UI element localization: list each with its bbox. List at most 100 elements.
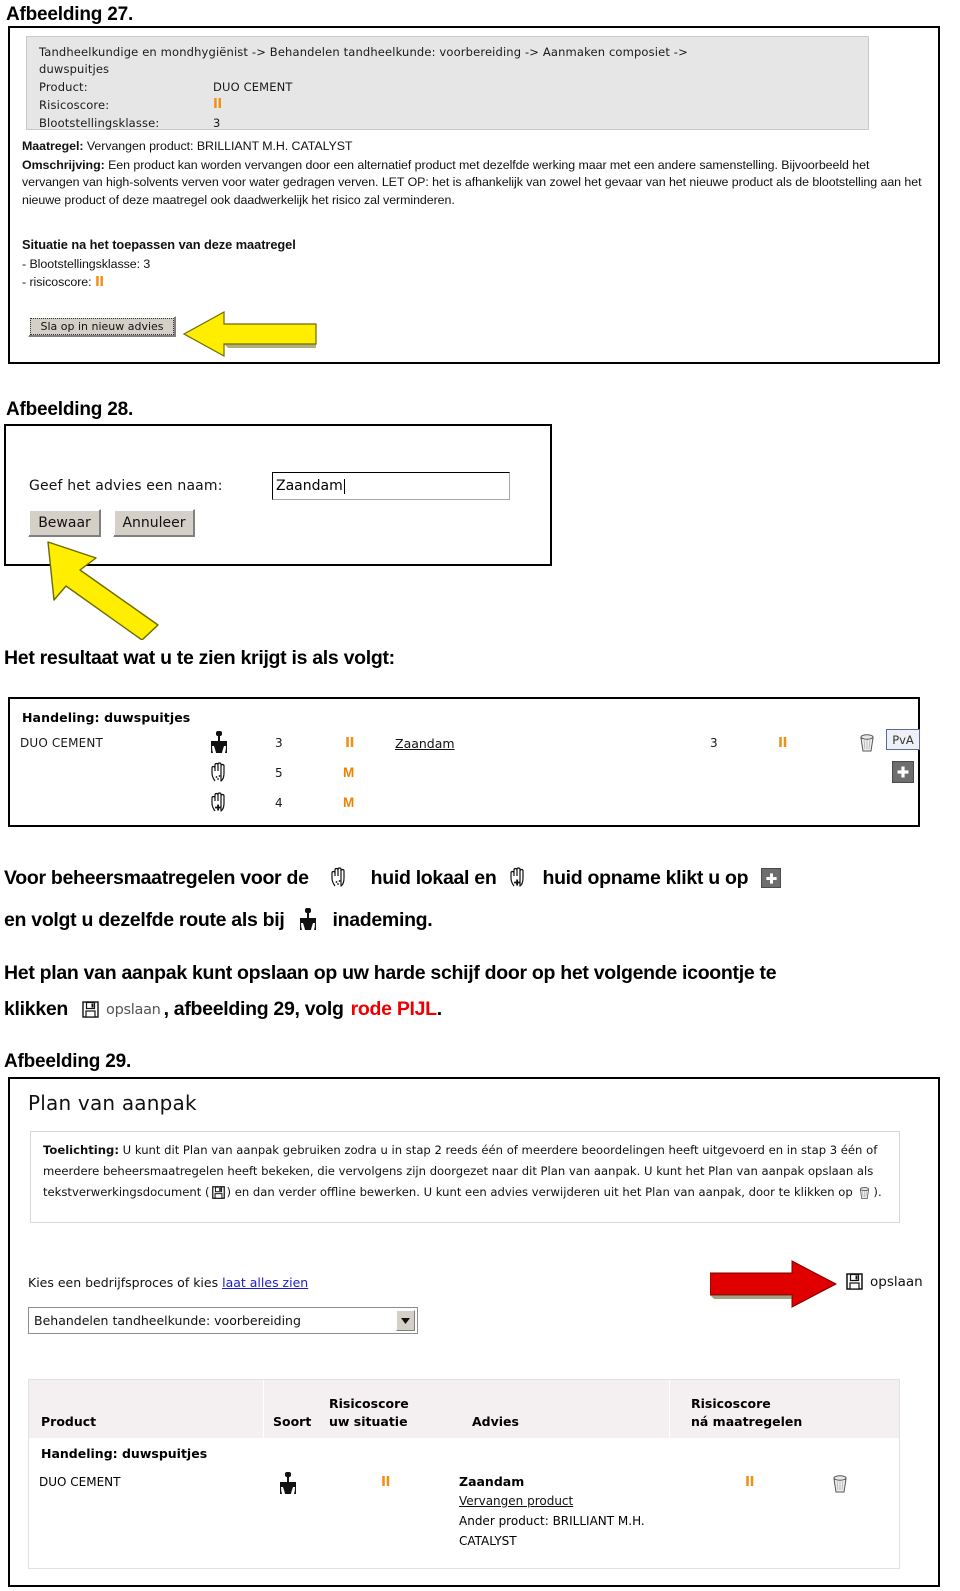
maatregel-label: Maatregel: bbox=[22, 139, 84, 153]
row-advies-line2: Ander product: BRILLIANT M.H. bbox=[459, 1514, 645, 1528]
yellow-arrow-left bbox=[182, 310, 317, 358]
col-header-soort: Soort bbox=[273, 1414, 312, 1429]
result-screenshot: Handeling: duwspuitjes DUO CEMENT 3 II Z… bbox=[8, 697, 920, 827]
p1-part2: huid lokaal en bbox=[370, 866, 497, 889]
maatregel-paragraph: Maatregel: Vervangen product: BRILLIANT … bbox=[22, 138, 928, 209]
pva-table-wrapper: Product Soort Risicoscore uw situatie Ad… bbox=[28, 1379, 900, 1569]
paragraph-2-line-1: Het plan van aanpak kunt opslaan op uw h… bbox=[4, 962, 777, 985]
row-advies-link[interactable]: Vervangen product bbox=[459, 1494, 573, 1508]
bedrijfsproces-dropdown-value: Behandelen tandheelkunde: voorbereiding bbox=[34, 1313, 301, 1328]
col-header-risico-uw-line2: uw situatie bbox=[329, 1414, 408, 1429]
p2-red-text: rode PIJL bbox=[350, 998, 437, 1020]
breadcrumb-line-2: duwspuitjes bbox=[39, 62, 110, 76]
pva-button[interactable]: PvA bbox=[886, 729, 920, 750]
p2-part4: . bbox=[436, 998, 442, 1020]
plus-glyph bbox=[897, 766, 909, 778]
result-score-2: M bbox=[343, 765, 355, 780]
chevron-down-icon[interactable] bbox=[396, 1310, 415, 1331]
blootstellingsklasse-value: 3 bbox=[213, 116, 221, 130]
plus-icon[interactable] bbox=[761, 868, 782, 888]
trash-icon bbox=[860, 1187, 870, 1200]
header-divider-1 bbox=[263, 1380, 264, 1438]
floppy-save-icon[interactable] bbox=[846, 1273, 863, 1290]
sla-op-in-nieuw-advies-button[interactable]: Sla op in nieuw advies bbox=[28, 316, 176, 337]
result-product: DUO CEMENT bbox=[20, 736, 103, 750]
choose-label: Kies een bedrijfsproces of kies bbox=[28, 1275, 219, 1290]
omschrijving-value: Een product kan worden vervangen door ee… bbox=[22, 157, 922, 207]
result-exposure-1: 3 bbox=[275, 736, 283, 750]
result-score-3: M bbox=[343, 795, 355, 810]
p1-part5: inademing. bbox=[332, 908, 433, 931]
col-header-risico-uw-line1: Risicoscore bbox=[329, 1396, 409, 1411]
hand-local-icon bbox=[211, 762, 225, 782]
situatie-heading: Situatie na het toepassen van deze maatr… bbox=[22, 237, 296, 252]
lungs-icon bbox=[280, 1472, 296, 1494]
choose-process-line: Kies een bedrijfsproces of kies laat all… bbox=[28, 1275, 308, 1290]
laat-alles-zien-link[interactable]: laat alles zien bbox=[222, 1275, 308, 1290]
bewaar-button-label: Bewaar bbox=[38, 515, 91, 531]
situatie-risicoscore-label: - risicoscore: bbox=[22, 275, 92, 289]
row-risico-uw: II bbox=[381, 1474, 391, 1490]
plus-icon[interactable] bbox=[892, 761, 914, 783]
handeling-heading: Handeling: duwspuitjes bbox=[22, 710, 191, 725]
breadcrumb-line-1: Tandheelkundige en mondhygiënist -> Beha… bbox=[39, 45, 688, 59]
advies-naam-label: Geef het advies een naam: bbox=[29, 478, 223, 494]
result-exposure-2: 5 bbox=[275, 766, 283, 780]
p1-part4: en volgt u dezelfde route als bij bbox=[4, 908, 285, 931]
opslaan-label: opslaan bbox=[870, 1273, 923, 1290]
opslaan-control[interactable]: opslaan bbox=[846, 1273, 923, 1290]
maatregel-value: Vervangen product: BRILLIANT M.H. CATALY… bbox=[83, 139, 353, 153]
pva-table-header: Product Soort Risicoscore uw situatie Ad… bbox=[29, 1380, 899, 1439]
figure-29-screenshot: Plan van aanpak Toelichting: U kunt dit … bbox=[8, 1077, 940, 1587]
annuleer-button-label: Annuleer bbox=[122, 515, 186, 531]
sla-op-button-label: Sla op in nieuw advies bbox=[40, 320, 164, 333]
advies-naam-value: Zaandam bbox=[276, 478, 343, 494]
result-advice-link[interactable]: Zaandam bbox=[395, 736, 455, 751]
row-risico-na: II bbox=[745, 1474, 755, 1490]
pva-button-label: PvA bbox=[892, 732, 914, 747]
floppy-save-icon[interactable] bbox=[82, 1001, 99, 1018]
table-group-row: Handeling: duwspuitjes bbox=[41, 1446, 208, 1461]
p2-part3: , afbeelding 29, volg bbox=[163, 998, 344, 1020]
toelichting-text-c: ). bbox=[873, 1185, 882, 1199]
trash-icon[interactable] bbox=[829, 1472, 851, 1494]
hand-local-icon bbox=[331, 867, 345, 887]
trash-icon[interactable] bbox=[856, 731, 878, 753]
p2-part2: klikken bbox=[4, 998, 69, 1020]
hand-uptake-icon bbox=[510, 867, 525, 887]
col-header-advies: Advies bbox=[472, 1414, 519, 1429]
context-panel: Tandheelkundige en mondhygiënist -> Beha… bbox=[26, 36, 869, 130]
result-intro-text: Het resultaat wat u te zien krijgt is al… bbox=[4, 647, 395, 669]
lungs-icon bbox=[211, 731, 227, 753]
result-after-exposure: 3 bbox=[710, 736, 718, 750]
p1-part3: huid opname klikt u op bbox=[542, 866, 749, 889]
result-score-1: II bbox=[345, 735, 355, 751]
p1-part1: Voor beheersmaatregelen voor de bbox=[4, 866, 309, 889]
header-divider-2 bbox=[669, 1380, 670, 1438]
figure-28-caption: Afbeelding 28. bbox=[6, 399, 134, 420]
plus-glyph bbox=[766, 872, 777, 884]
paragraph-1-line-1: Voor beheersmaatregelen voor de huid lok… bbox=[4, 866, 782, 890]
situatie-block: Situatie na het toepassen van deze maatr… bbox=[22, 236, 522, 292]
row-product: DUO CEMENT bbox=[39, 1475, 121, 1489]
floppy-save-icon bbox=[211, 1186, 225, 1199]
figure-27-caption: Afbeelding 27. bbox=[6, 4, 134, 25]
hand-uptake-icon bbox=[211, 792, 225, 812]
situatie-blootstelling: - Blootstellingsklasse: 3 bbox=[22, 256, 151, 271]
risicoscore-label: Risicoscore: bbox=[39, 98, 110, 112]
chevron-down-glyph bbox=[401, 1317, 410, 1324]
red-arrow-right bbox=[710, 1260, 838, 1308]
yellow-arrow-diagonal bbox=[47, 541, 159, 640]
col-header-product: Product bbox=[41, 1414, 97, 1429]
figure-27-screenshot: Tandheelkundige en mondhygiënist -> Beha… bbox=[8, 26, 940, 364]
plan-van-aanpak-title: Plan van aanpak bbox=[28, 1091, 197, 1115]
bedrijfsproces-dropdown[interactable]: Behandelen tandheelkunde: voorbereiding bbox=[28, 1307, 418, 1334]
product-label: Product: bbox=[39, 80, 88, 94]
row-advies-line3: CATALYST bbox=[459, 1534, 517, 1548]
col-header-risico-na-line2: ná maatregelen bbox=[691, 1414, 803, 1429]
p2-part1: Het plan van aanpak kunt opslaan op uw h… bbox=[4, 962, 777, 984]
result-after-score: II bbox=[778, 735, 788, 751]
blootstellingsklasse-label: Blootstellingsklasse: bbox=[39, 116, 160, 130]
p2-icon-label: opslaan bbox=[106, 1001, 161, 1018]
advies-naam-input[interactable]: Zaandam bbox=[272, 472, 510, 500]
